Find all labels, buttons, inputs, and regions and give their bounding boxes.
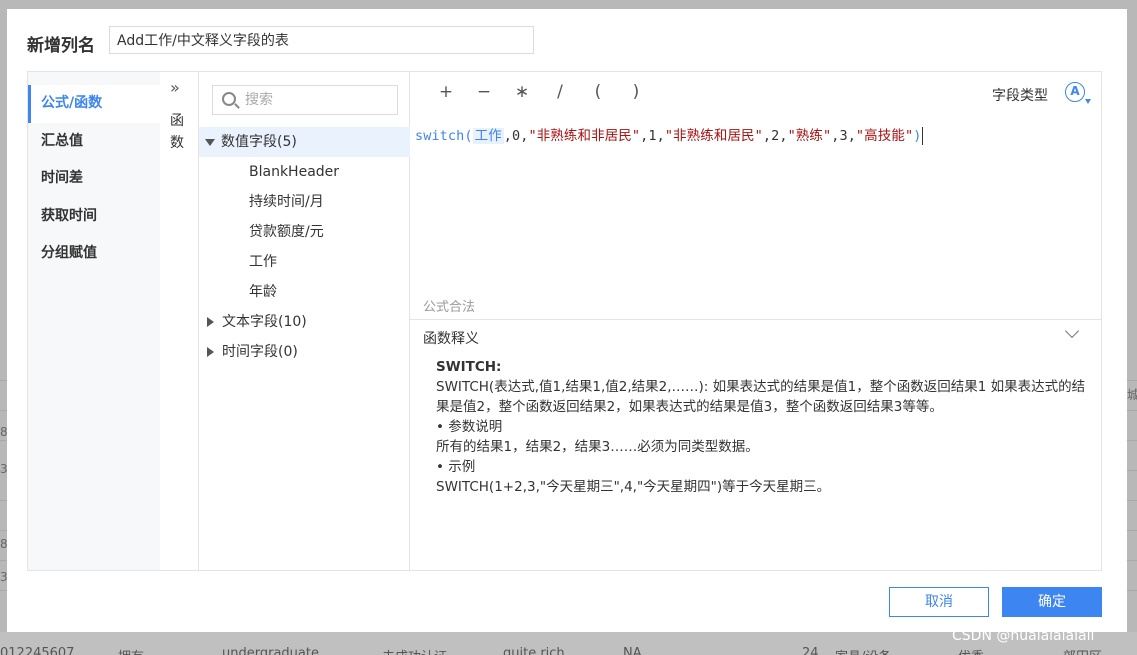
open-paren-button[interactable]: ( — [588, 82, 608, 102]
divide-button[interactable]: / — [550, 82, 570, 102]
formula-string: "高技能" — [855, 128, 914, 144]
dialog-title: 新增列名 — [27, 36, 95, 56]
formula-arg: ,1, — [640, 128, 665, 144]
tree-field-blankheader[interactable]: BlankHeader — [249, 157, 339, 187]
tree-group-numeric[interactable]: 数值字段(5) — [199, 127, 410, 157]
field-tree: 数值字段(5) BlankHeader 持续时间/月 贷款额度/元 工作 年龄 … — [199, 72, 410, 570]
description-example-text: SWITCH(1+2,3,"今天星期三",4,"今天星期四")等于今天星期三。 — [436, 479, 831, 495]
bg-cell: NA — [623, 646, 642, 655]
formula-arg: ,2, — [762, 128, 788, 144]
field-type-label: 字段类型 — [992, 88, 1048, 104]
bg-cell: 012245607 — [0, 646, 75, 655]
text-type-icon[interactable]: A — [1065, 82, 1085, 102]
tree-field-age[interactable]: 年龄 — [249, 277, 277, 307]
tree-group-label: 时间字段(0) — [222, 344, 298, 360]
minus-button[interactable]: − — [474, 82, 494, 102]
tree-field-loan-amount[interactable]: 贷款额度/元 — [249, 217, 324, 247]
search-icon — [222, 92, 236, 106]
operator-toolbar: + − ∗ / ( ) 字段类型 A — [410, 72, 1101, 114]
description-syntax: SWITCH(表达式,值1,结果1,值2,结果2,……): 如果表达式的结果是值… — [436, 379, 1086, 415]
bg-cell: 未成功认证 — [382, 646, 447, 655]
category-group-assign[interactable]: 分组赋值 — [28, 235, 160, 273]
caret-right-icon — [207, 347, 214, 357]
formula-builder: 公式/函数 汇总值 时间差 获取时间 分组赋值 » 函数 数值字段(5) Bla… — [27, 71, 1102, 571]
chevron-down-icon[interactable] — [1064, 323, 1080, 339]
category-nav: 公式/函数 汇总值 时间差 获取时间 分组赋值 — [28, 72, 160, 570]
bg-cell: 拥有 — [118, 646, 144, 655]
formula-function-token: switch( — [415, 128, 473, 144]
close-paren-button[interactable]: ) — [626, 82, 646, 102]
multiply-button[interactable]: ∗ — [512, 82, 532, 102]
tree-group-time[interactable]: 时间字段(0) — [199, 337, 410, 367]
bg-cell: 郊田区 — [1063, 646, 1102, 655]
confirm-button[interactable]: 确定 — [1002, 587, 1102, 617]
caret-down-icon[interactable] — [1085, 99, 1091, 104]
bg-cell: 家具/设备 — [835, 646, 891, 655]
category-formula-function[interactable]: 公式/函数 — [28, 85, 160, 123]
tree-group-label: 数值字段(5) — [221, 134, 297, 150]
bg-cell: undergraduate — [222, 646, 319, 655]
description-function-name: SWITCH: — [436, 359, 502, 375]
formula-text[interactable]: switch(工作 ,0,"非熟练和非居民",1,"非熟练和居民",2,"熟练",… — [415, 124, 924, 145]
formula-arg: ,3, — [831, 128, 856, 144]
bg-cell: 优秀 — [958, 646, 984, 655]
double-chevron-right-icon[interactable]: » — [170, 78, 180, 97]
formula-close-paren: ) — [913, 128, 922, 144]
description-params-text: 所有的结果1，结果2，结果3……必须为同类型数据。 — [436, 439, 759, 455]
plus-button[interactable]: + — [436, 82, 456, 102]
category-time-diff[interactable]: 时间差 — [28, 160, 160, 198]
function-description-title: 函数释义 — [423, 331, 479, 347]
field-search — [212, 85, 398, 115]
tree-field-duration[interactable]: 持续时间/月 — [249, 187, 324, 217]
category-aggregate[interactable]: 汇总值 — [28, 123, 160, 161]
bg-edge-text: 城 — [1127, 388, 1137, 402]
caret-down-icon — [205, 138, 215, 146]
field-search-input[interactable] — [245, 86, 395, 114]
description-example-title: • 示例 — [436, 459, 476, 475]
text-cursor — [922, 127, 924, 145]
tree-field-job[interactable]: 工作 — [249, 247, 277, 277]
add-column-dialog: 新增列名 公式/函数 汇总值 时间差 获取时间 分组赋值 » 函数 数值字段(5… — [7, 9, 1127, 632]
function-panel: » 函数 — [160, 72, 199, 570]
formula-field-token[interactable]: 工作 — [472, 128, 504, 144]
function-description-header[interactable]: 函数释义 — [410, 319, 1101, 351]
bg-cell: quite rich — [503, 646, 565, 655]
category-get-time[interactable]: 获取时间 — [28, 198, 160, 236]
bg-cell: 24 — [802, 646, 819, 655]
caret-right-icon — [207, 317, 214, 327]
tree-group-text[interactable]: 文本字段(10) — [199, 307, 410, 337]
formula-string: "非熟练和非居民" — [528, 128, 641, 144]
formula-string: "熟练" — [787, 128, 832, 144]
watermark-text: CSDN @hualalalalali — [952, 628, 1095, 644]
formula-string: "非熟练和居民" — [664, 128, 763, 144]
formula-input[interactable]: switch(工作 ,0,"非熟练和非居民",1,"非熟练和居民",2,"熟练",… — [410, 114, 1101, 294]
cancel-button[interactable]: 取消 — [889, 587, 989, 617]
tree-group-label: 文本字段(10) — [222, 314, 307, 330]
formula-editor: + − ∗ / ( ) 字段类型 A switch(工作 ,0,"非熟练和非居民"… — [410, 72, 1101, 570]
formula-arg: ,0, — [503, 128, 529, 144]
description-params-title: • 参数说明 — [436, 419, 503, 435]
function-description-body: SWITCH: SWITCH(表达式,值1,结果1,值2,结果2,……): 如果… — [436, 357, 1086, 497]
column-name-input[interactable] — [109, 26, 534, 54]
function-panel-label: 函数 — [170, 113, 184, 151]
formula-validation-status: 公式合法 — [423, 300, 476, 315]
